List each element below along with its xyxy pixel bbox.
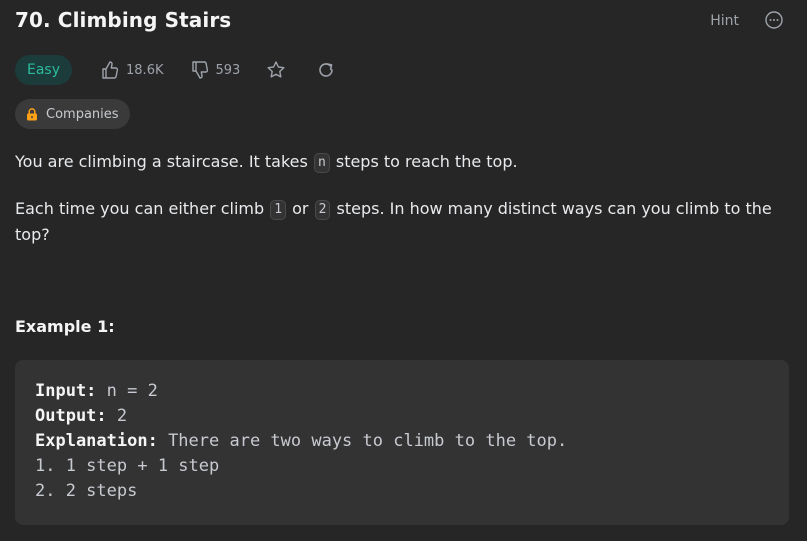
- thumbs-down-icon: [191, 61, 208, 79]
- example-output-line: Output: 2: [35, 404, 769, 429]
- description-text: You are climbing a staircase. It takes: [15, 152, 313, 171]
- problem-description-panel: 70. Climbing Stairs Hint Easy 18.6K 593: [0, 0, 807, 541]
- hint-button[interactable]: Hint: [710, 13, 739, 29]
- more-options-button[interactable]: [765, 11, 783, 29]
- example-input-line: Input: n = 2: [35, 379, 769, 404]
- favorite-button[interactable]: [266, 60, 286, 80]
- example-line-5: 2. 2 steps: [35, 481, 138, 501]
- example-code-block: Input: n = 2 Output: 2 Explanation: Ther…: [15, 360, 789, 525]
- problem-title: 70. Climbing Stairs: [15, 8, 232, 32]
- difficulty-badge: Easy: [15, 55, 73, 85]
- companies-label: Companies: [46, 106, 119, 122]
- example-explanation-line: Explanation: There are two ways to climb…: [35, 429, 769, 454]
- explanation-value: There are two ways to climb to the top.: [157, 431, 568, 451]
- example-line-4: 1. 1 step + 1 step: [35, 456, 220, 476]
- like-count: 18.6K: [126, 62, 164, 78]
- input-label: Input:: [35, 381, 97, 401]
- description-paragraph-1: You are climbing a staircase. It takes n…: [15, 149, 775, 175]
- description-text: steps to reach the top.: [330, 152, 518, 171]
- thumbs-up-icon: [102, 61, 119, 79]
- star-icon: [267, 61, 285, 78]
- output-value: 2: [106, 406, 128, 426]
- lock-icon: [27, 107, 37, 120]
- share-button[interactable]: [316, 60, 336, 80]
- inline-code: 1: [270, 200, 287, 220]
- dislike-count: 593: [215, 62, 241, 78]
- problem-meta-row: Easy 18.6K 593: [15, 55, 366, 85]
- description-paragraph-2: Each time you can either climb 1 or 2 st…: [15, 196, 775, 248]
- dislike-button[interactable]: 593: [190, 60, 241, 80]
- inline-code: n: [313, 153, 330, 173]
- more-horizontal-icon: [765, 11, 783, 29]
- explanation-label: Explanation:: [35, 431, 158, 451]
- input-value: n = 2: [96, 381, 158, 401]
- like-button[interactable]: 18.6K: [100, 60, 164, 80]
- description-text: Each time you can either climb: [15, 199, 270, 218]
- description-text: or: [287, 199, 314, 218]
- share-icon: [319, 63, 334, 77]
- output-label: Output:: [35, 406, 107, 426]
- companies-button[interactable]: Companies: [15, 99, 130, 129]
- inline-code: 2: [314, 200, 331, 220]
- example-title: Example 1:: [15, 317, 115, 336]
